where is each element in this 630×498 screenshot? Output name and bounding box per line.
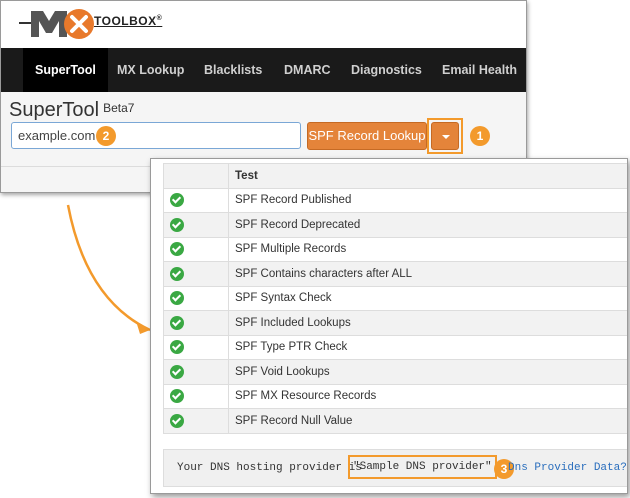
check-circle-icon: [170, 389, 184, 404]
table-row: SPF MX Resource Records: [163, 383, 627, 409]
check-circle-icon: [170, 364, 184, 379]
check-circle-icon: [170, 413, 184, 428]
test-name: SPF Included Lookups: [228, 310, 627, 336]
table-row: SPF Record Null Value: [163, 408, 627, 434]
test-name: SPF Syntax Check: [228, 285, 627, 311]
test-name: SPF Multiple Records: [228, 236, 627, 262]
check-circle-icon: [170, 315, 184, 330]
dns-provider-bar: Your DNS hosting provider is "Sample DNS…: [163, 449, 627, 487]
status-cell: [163, 187, 229, 213]
test-name: SPF Record Deprecated: [228, 212, 627, 238]
status-cell: [163, 408, 229, 434]
test-name: SPF Type PTR Check: [228, 334, 627, 360]
status-cell: [163, 359, 229, 385]
status-cell: [163, 285, 229, 311]
test-name: SPF Record Published: [228, 187, 627, 213]
status-cell: [163, 236, 229, 262]
test-name: SPF Void Lookups: [228, 359, 627, 385]
table-row: SPF Record Published: [163, 187, 627, 213]
check-circle-icon: [170, 193, 184, 208]
check-circle-icon: [170, 217, 184, 232]
status-cell: [163, 334, 229, 360]
check-circle-icon: [170, 340, 184, 355]
results-table: Test SPF Record Published SPF Record Dep…: [163, 163, 627, 434]
table-row: SPF Record Deprecated: [163, 212, 627, 238]
test-column-header: Test: [228, 163, 627, 189]
provider-name: "Sample DNS provider": [348, 455, 497, 479]
test-name: SPF MX Resource Records: [228, 383, 627, 409]
dns-provider-data-link[interactable]: Dns Provider Data?: [508, 462, 627, 474]
check-circle-icon: [170, 266, 184, 281]
status-cell: [163, 261, 229, 287]
table-row: SPF Included Lookups: [163, 310, 627, 336]
table-row: SPF Contains characters after ALL: [163, 261, 627, 287]
provider-prefix-text: Your DNS hosting provider is: [177, 462, 362, 474]
table-row: SPF Syntax Check: [163, 285, 627, 311]
status-cell: [163, 212, 229, 238]
table-header-row: Test: [163, 163, 627, 189]
check-circle-icon: [170, 242, 184, 257]
table-row: SPF Void Lookups: [163, 359, 627, 385]
test-name: SPF Contains characters after ALL: [228, 261, 627, 287]
results-window: Test SPF Record Published SPF Record Dep…: [150, 158, 628, 494]
check-circle-icon: [170, 291, 184, 306]
status-column-header: [163, 163, 229, 189]
status-cell: [163, 310, 229, 336]
status-cell: [163, 383, 229, 409]
table-row: SPF Type PTR Check: [163, 334, 627, 360]
table-row: SPF Multiple Records: [163, 236, 627, 262]
test-name: SPF Record Null Value: [228, 408, 627, 434]
